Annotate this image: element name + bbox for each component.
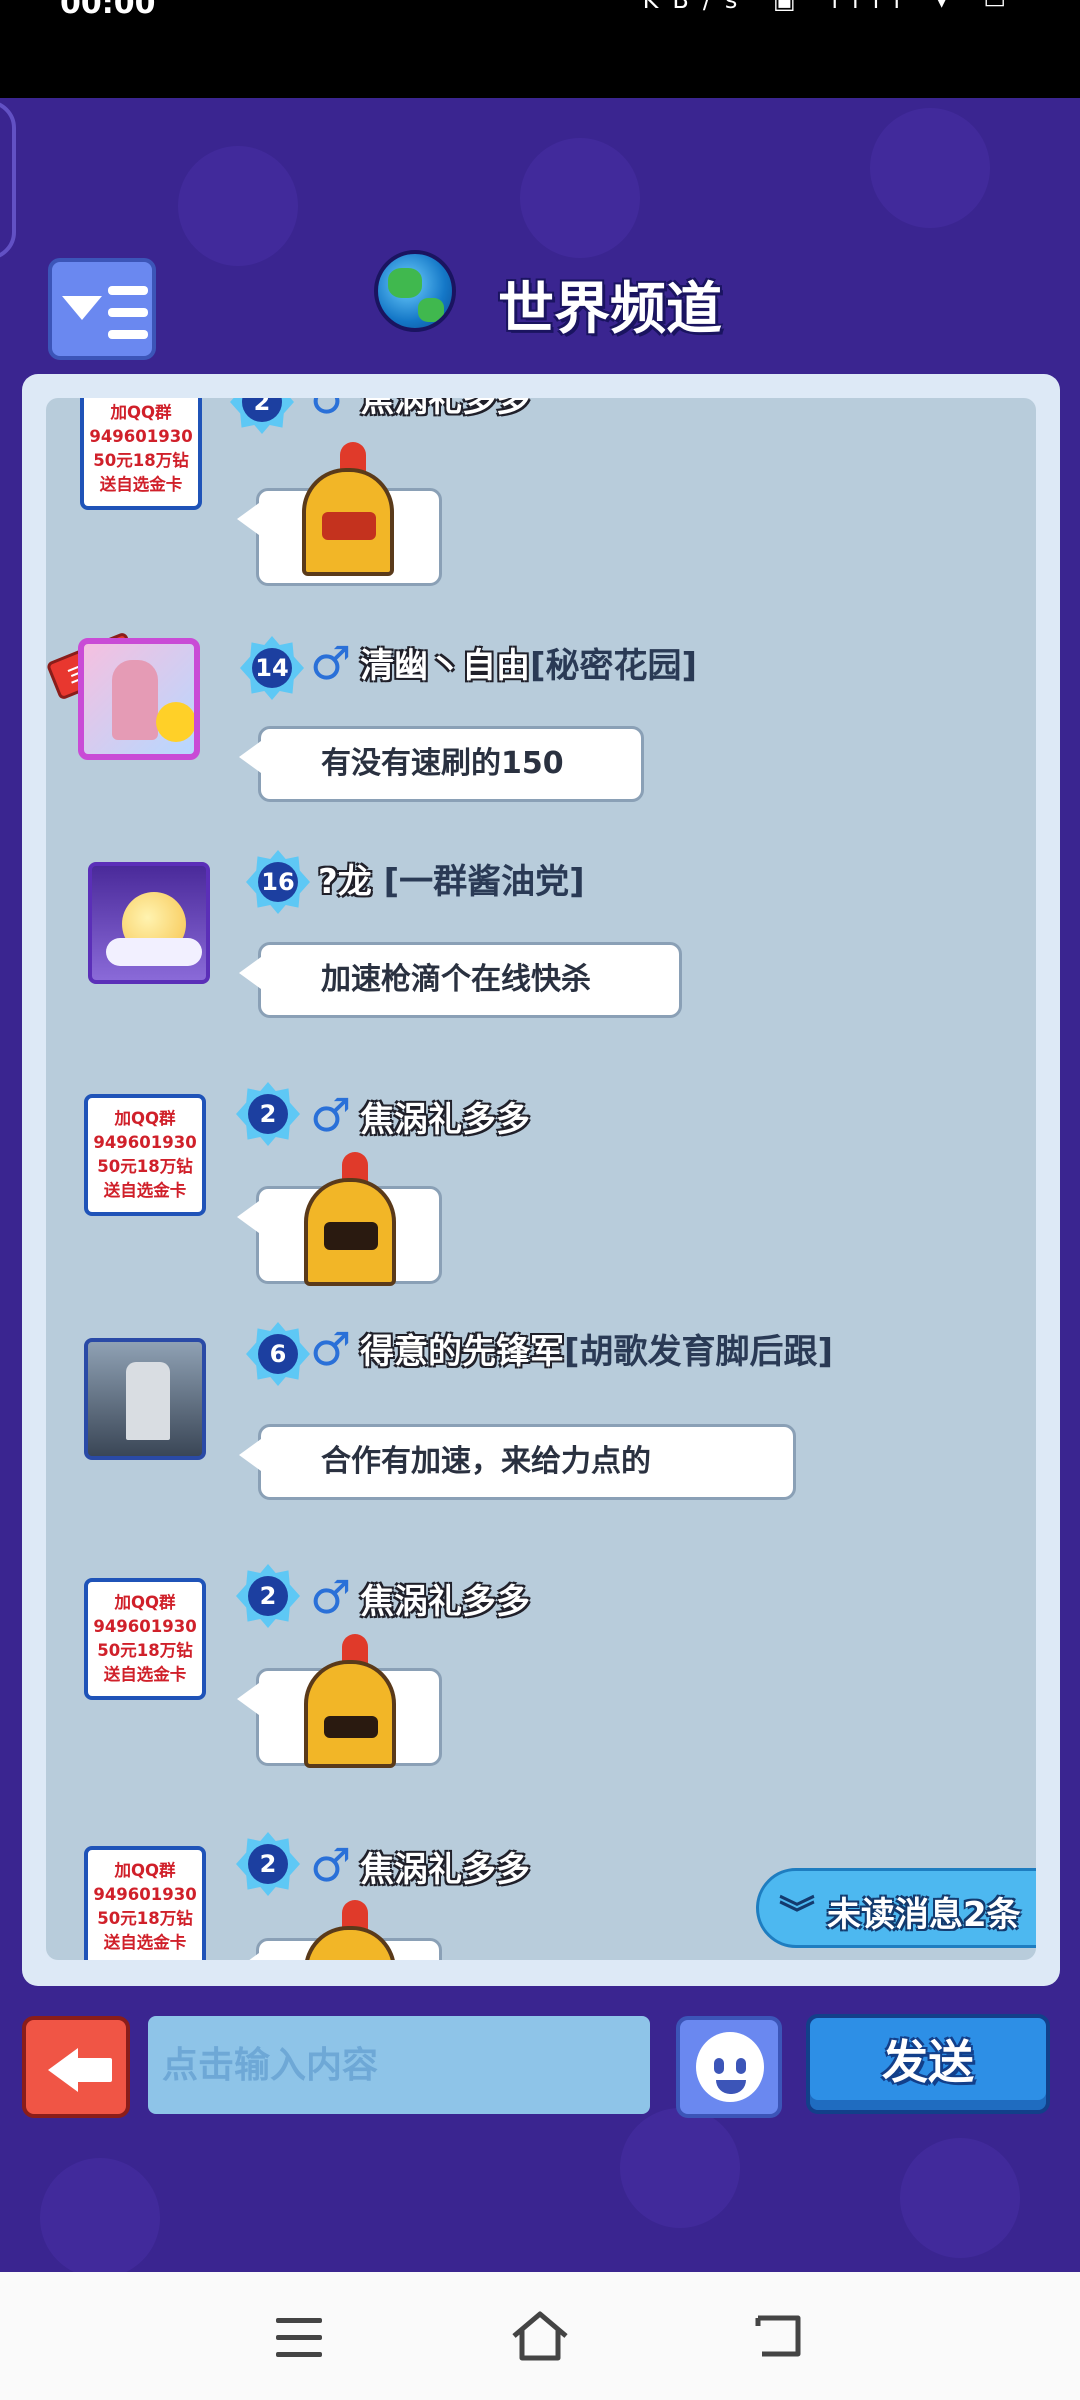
background-paw-pattern <box>520 138 640 258</box>
knight-sticker <box>302 1900 398 1960</box>
ad-avatar[interactable]: 加QQ群 949601930 50元18万钻 送自选金卡 <box>84 1094 206 1216</box>
ad-line: 50元18万钻 <box>97 1641 193 1660</box>
page-title: 世界频道 <box>498 277 722 342</box>
message-bubble: 有没有速刷的150 <box>239 726 644 802</box>
dropdown-triangle-icon <box>62 296 102 320</box>
crying-knight-sticker <box>302 1152 398 1286</box>
ad-line: 送自选金卡 <box>103 1665 187 1684</box>
level-number: 6 <box>258 1334 298 1374</box>
world-channel-screen: 世界频道 加QQ群 949601930 50元18万钻 送自选金卡 2 ♂ 焦涡… <box>0 98 1080 2272</box>
ad-avatar[interactable]: 加QQ群 949601930 50元18万钻 送自选金卡 <box>84 1846 206 1960</box>
level-number: 2 <box>248 1576 288 1616</box>
username[interactable]: 焦涡礼多多 <box>360 1848 530 1892</box>
username[interactable]: 焦涡礼多多 <box>360 398 530 422</box>
user-avatar[interactable] <box>78 638 200 760</box>
level-badge: 6 <box>246 1322 310 1386</box>
laughing-knight-sticker <box>302 1634 398 1768</box>
message-bubble: 合作有加速，来给力点的 <box>239 1424 796 1500</box>
ad-avatar[interactable]: 加QQ群 949601930 50元18万钻 送自选金卡 <box>84 1578 206 1700</box>
level-badge: 16 <box>246 850 310 914</box>
male-icon: ♂ <box>310 636 352 690</box>
globe-land <box>418 298 444 322</box>
level-badge: 2 <box>236 1082 300 1146</box>
system-navigation-bar <box>0 2272 1080 2400</box>
globe-icon <box>374 250 456 332</box>
arrow-left-icon <box>48 2048 78 2092</box>
level-number: 16 <box>258 862 298 902</box>
send-button[interactable]: 发送 <box>806 2014 1050 2114</box>
background-paw-pattern <box>178 146 298 266</box>
status-time: 00:00 <box>60 0 156 21</box>
unread-messages-label: 未读消息2条 <box>827 1895 1021 1935</box>
background-paw-pattern <box>870 108 990 228</box>
guild-tag: [胡歌发育脚后跟] <box>564 1332 834 1372</box>
username-text: 得意的先锋军 <box>360 1332 564 1372</box>
globe-land <box>388 268 422 298</box>
level-badge: 14 <box>240 636 304 700</box>
status-icons: KB/s ▣ ıııl ▾ ▭ <box>642 0 1020 14</box>
level-badge: 2 <box>230 398 294 434</box>
ad-line: 50元18万钻 <box>93 451 189 470</box>
username[interactable]: 得意的先锋军[胡歌发育脚后跟] <box>360 1330 833 1374</box>
username[interactable]: ?龙 [一群酱油党] <box>318 860 585 904</box>
level-badge: 2 <box>236 1832 300 1896</box>
background-paw-pattern <box>900 2138 1020 2258</box>
male-icon: ♂ <box>310 1322 352 1376</box>
emoji-button[interactable] <box>676 2016 782 2118</box>
ad-line: 949601930 <box>89 427 193 446</box>
background-paw-pattern <box>620 2108 740 2228</box>
ad-line: 加QQ群 <box>114 1593 176 1612</box>
angry-knight-sticker <box>300 442 396 576</box>
ad-line: 949601930 <box>93 1617 197 1636</box>
back-nav-icon[interactable] <box>752 2312 804 2360</box>
username[interactable]: 焦涡礼多多 <box>360 1580 530 1624</box>
level-number: 2 <box>248 1844 288 1884</box>
ad-avatar[interactable]: 加QQ群 949601930 50元18万钻 送自选金卡 <box>80 398 202 510</box>
chat-message-list[interactable]: 加QQ群 949601930 50元18万钻 送自选金卡 2 ♂ 焦涡礼多多 三… <box>46 398 1036 1960</box>
menu-list-icon-bar <box>108 330 148 339</box>
arrow-left-icon-stem <box>76 2058 112 2082</box>
menu-button[interactable] <box>48 258 156 360</box>
home-icon[interactable] <box>510 2310 570 2362</box>
male-icon: ♂ <box>310 398 351 420</box>
level-number: 14 <box>252 648 292 688</box>
ad-line: 50元18万钻 <box>97 1157 193 1176</box>
username-text: 清幽丶自由 <box>360 646 530 686</box>
username-text: ?龙 <box>318 862 372 902</box>
recent-apps-icon[interactable] <box>276 2318 322 2358</box>
username[interactable]: 清幽丶自由[秘密花园] <box>360 644 697 688</box>
ad-line: 送自选金卡 <box>99 475 183 494</box>
male-icon: ♂ <box>310 1570 352 1624</box>
level-number: 2 <box>248 1094 288 1134</box>
user-avatar[interactable] <box>84 1338 206 1460</box>
status-bar: 00:00 KB/s ▣ ıııl ▾ ▭ <box>0 0 1080 98</box>
menu-list-icon-bar <box>108 308 148 317</box>
ad-line: 949601930 <box>93 1133 197 1152</box>
background-paw-pattern <box>40 2158 160 2272</box>
chat-panel: 加QQ群 949601930 50元18万钻 送自选金卡 2 ♂ 焦涡礼多多 三… <box>22 374 1060 1986</box>
back-button[interactable] <box>22 2016 130 2118</box>
guild-tag: [秘密花园] <box>530 646 698 686</box>
male-icon: ♂ <box>310 1838 352 1892</box>
side-tab[interactable] <box>0 100 16 260</box>
username[interactable]: 焦涡礼多多 <box>360 1098 530 1142</box>
level-badge: 2 <box>236 1564 300 1628</box>
chat-input[interactable] <box>148 2016 650 2114</box>
smiley-face-icon <box>696 2032 764 2102</box>
ad-line: 加QQ群 <box>110 403 172 422</box>
ad-line: 949601930 <box>93 1885 197 1904</box>
guild-tag: [一群酱油党] <box>383 862 585 902</box>
user-avatar[interactable] <box>88 862 210 984</box>
menu-list-icon <box>108 286 148 295</box>
ad-line: 加QQ群 <box>114 1861 176 1880</box>
chevron-double-down-icon: ︾ <box>779 1894 816 1935</box>
message-bubble: 加速枪滴个在线快杀 <box>239 942 682 1018</box>
ad-line: 送自选金卡 <box>103 1933 187 1952</box>
ad-line: 50元18万钻 <box>97 1909 193 1928</box>
ad-line: 加QQ群 <box>114 1109 176 1128</box>
ad-line: 送自选金卡 <box>103 1181 187 1200</box>
unread-messages-button[interactable]: ︾ 未读消息2条 <box>756 1868 1036 1948</box>
male-icon: ♂ <box>310 1088 352 1142</box>
